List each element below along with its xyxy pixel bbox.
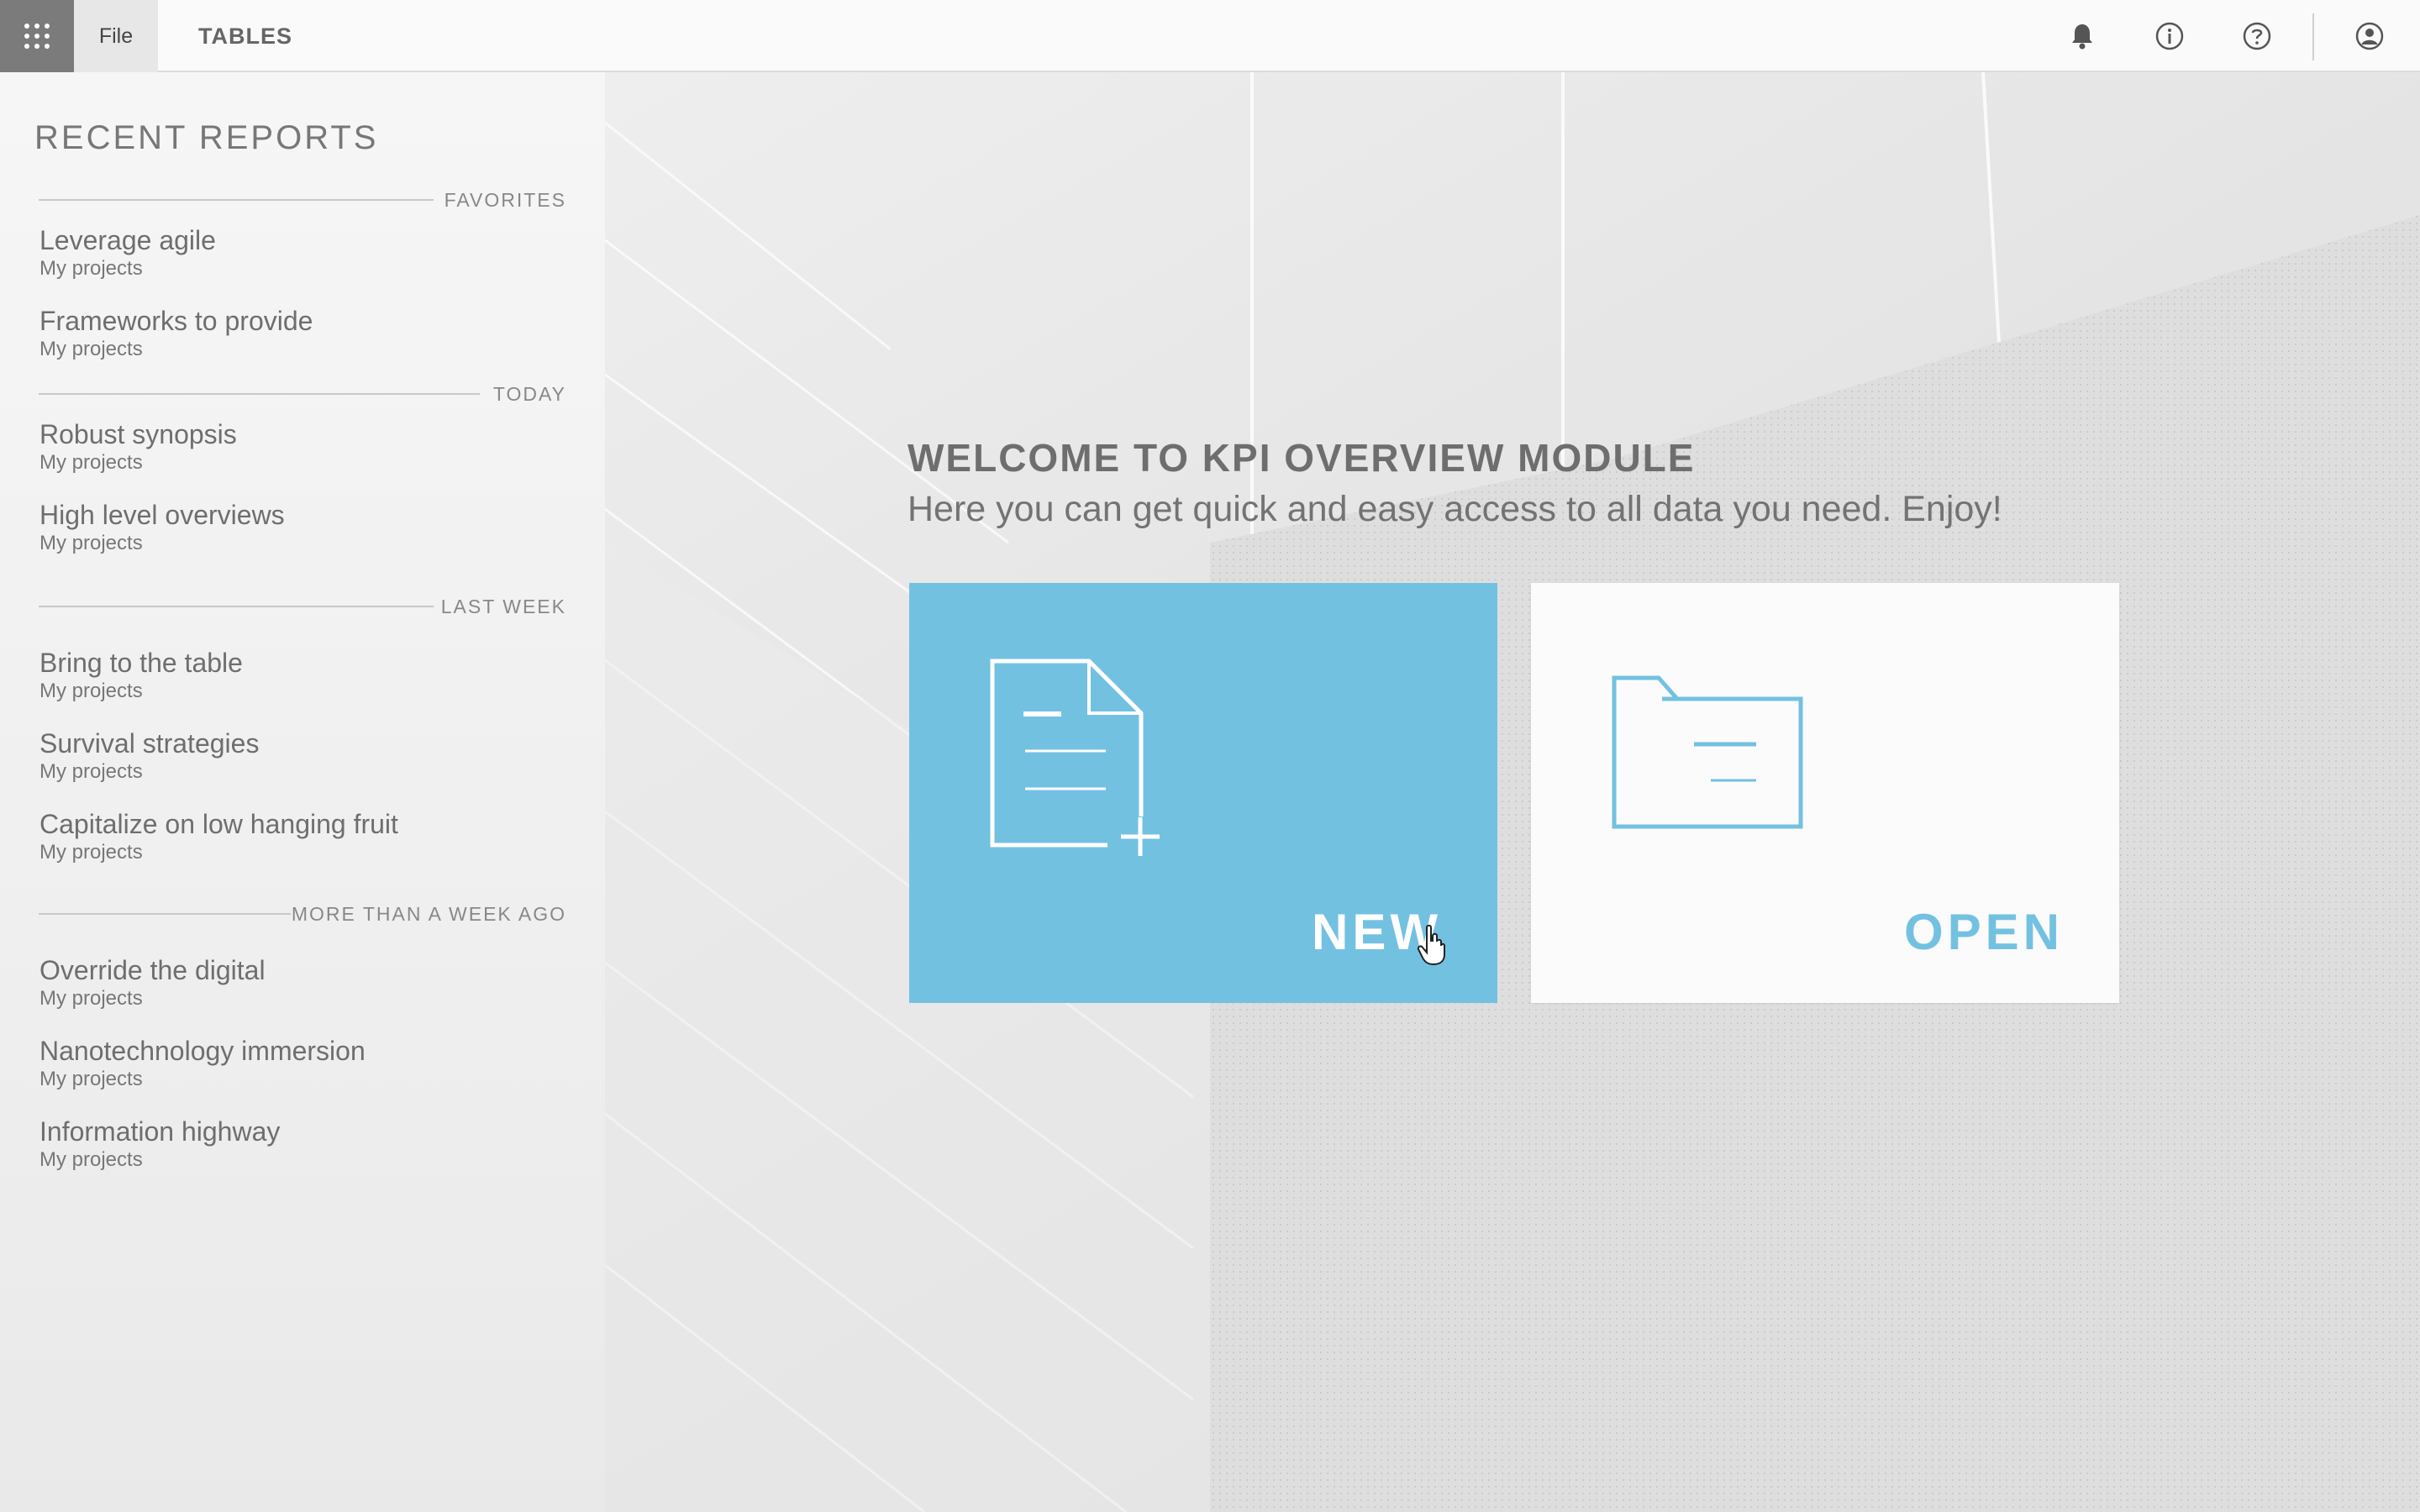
report-name: Information highway (39, 1116, 281, 1147)
report-name: Capitalize on low hanging fruit (39, 809, 398, 839)
apps-grid-icon (24, 24, 50, 49)
report-folder: My projects (39, 1148, 143, 1171)
hand-cursor-icon (1417, 924, 1445, 966)
report-name: Leverage agile (39, 225, 216, 255)
sidebar-title: RECENT REPORTS (34, 119, 379, 156)
welcome-subtitle: Here you can get quick and easy access t… (908, 489, 2002, 529)
report-folder: My projects (39, 841, 143, 864)
menu-file[interactable]: File (74, 0, 158, 72)
report-item[interactable]: Override the digital My projects (39, 954, 266, 1011)
background-architecture-image (605, 72, 2420, 1512)
report-folder: My projects (39, 338, 143, 360)
report-name: Survival strategies (39, 728, 260, 759)
recent-reports-sidebar (0, 72, 605, 1512)
report-folder: My projects (39, 1068, 143, 1090)
user-account-icon[interactable] (2353, 19, 2386, 53)
report-item[interactable]: Information highway My projects (39, 1116, 280, 1173)
report-item[interactable]: Survival strategies My projects (39, 727, 259, 785)
report-folder: My projects (39, 987, 143, 1010)
report-item[interactable]: Frameworks to provide My projects (39, 305, 313, 362)
section-label: LAST WEEK (440, 595, 566, 617)
open-report-tile[interactable]: OPEN (1531, 583, 2119, 1003)
info-icon[interactable] (2153, 19, 2186, 53)
report-item[interactable]: Leverage agile My projects (39, 224, 216, 281)
report-folder: My projects (39, 451, 143, 474)
section-older: MORE THAN A WEEK AGO (39, 901, 566, 927)
report-item[interactable]: High level overviews My projects (39, 499, 285, 556)
open-label: OPEN (1903, 904, 2064, 960)
report-name: Nanotechnology immersion (39, 1036, 366, 1066)
section-label: MORE THAN A WEEK AGO (291, 902, 566, 925)
report-item[interactable]: Capitalize on low hanging fruit My proje… (39, 808, 398, 865)
help-icon[interactable] (2240, 19, 2274, 53)
report-folder: My projects (39, 257, 143, 280)
bell-icon[interactable] (2065, 19, 2099, 53)
report-name: Override the digital (39, 955, 266, 985)
topbar-divider (2312, 13, 2314, 60)
welcome-title: WELCOME TO KPI OVERVIEW MODULE (908, 436, 1696, 480)
report-name: Bring to the table (39, 648, 243, 678)
section-today: TODAY (39, 381, 566, 407)
section-label: TODAY (492, 382, 566, 405)
section-last-week: LAST WEEK (39, 594, 566, 619)
report-item[interactable]: Robust synopsis My projects (39, 418, 237, 475)
report-name: Frameworks to provide (39, 306, 313, 336)
report-folder: My projects (39, 760, 143, 783)
new-document-icon (990, 659, 1160, 856)
section-favorites: FAVORITES (39, 187, 566, 213)
report-name: Robust synopsis (39, 419, 237, 449)
report-item[interactable]: Bring to the table My projects (39, 647, 243, 704)
new-report-tile[interactable]: NEW (909, 583, 1497, 1003)
report-folder: My projects (39, 680, 143, 702)
report-folder: My projects (39, 532, 143, 554)
main-content: WELCOME TO KPI OVERVIEW MODULE Here you … (605, 72, 2420, 1512)
apps-menu-button[interactable] (0, 0, 74, 72)
top-bar: File TABLES (0, 0, 2420, 72)
report-name: High level overviews (39, 500, 285, 530)
open-folder-icon (1612, 675, 1803, 829)
section-label: FAVORITES (444, 188, 566, 211)
menu-tables[interactable]: TABLES (198, 0, 292, 72)
report-item[interactable]: Nanotechnology immersion My projects (39, 1035, 366, 1092)
